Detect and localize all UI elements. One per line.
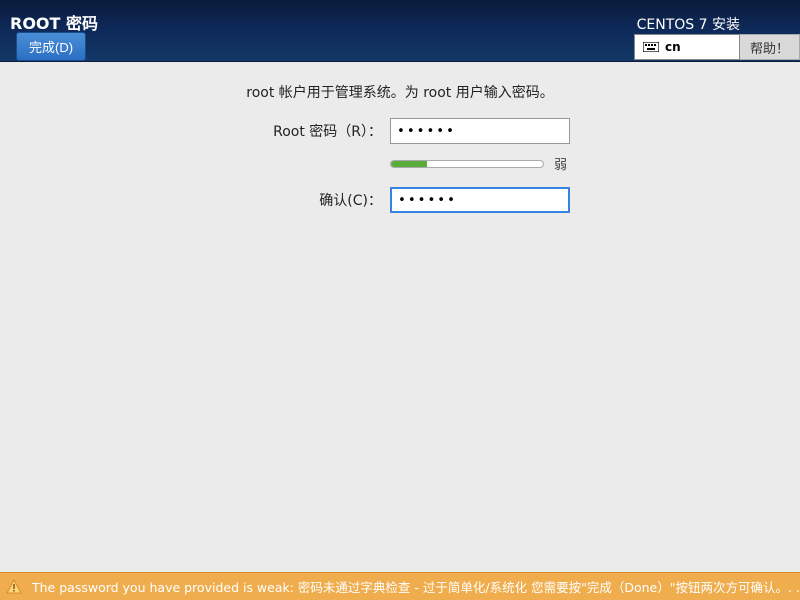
root-password-input[interactable]	[390, 118, 570, 144]
installer-title: CENTOS 7 安装	[637, 14, 740, 34]
password-strength-fill	[391, 161, 427, 167]
confirm-row: 确认(C)：	[0, 187, 800, 213]
warning-bar: The password you have provided is weak: …	[0, 572, 800, 600]
warning-text: The password you have provided is weak: …	[32, 577, 800, 596]
password-label: Root 密码（R）：	[230, 121, 390, 141]
done-button[interactable]: 完成(D)	[16, 32, 86, 61]
password-row: Root 密码（R）：	[0, 118, 800, 144]
confirm-label: 确认(C)：	[230, 190, 390, 210]
keyboard-icon	[643, 42, 659, 52]
password-strength-bar	[390, 160, 544, 168]
keyboard-layout-label: cn	[665, 40, 681, 54]
strength-row: 弱	[0, 154, 800, 173]
password-strength-label: 弱	[554, 154, 570, 173]
help-button[interactable]: 帮助！	[740, 34, 800, 60]
confirm-password-input[interactable]	[390, 187, 570, 213]
instruction-text: root 帐户用于管理系统。为 root 用户输入密码。	[0, 82, 800, 102]
keyboard-layout-button[interactable]: cn	[634, 34, 740, 60]
header-bar: ROOT 密码 完成(D) CENTOS 7 安装 cn 帮助！	[0, 0, 800, 62]
main-content: root 帐户用于管理系统。为 root 用户输入密码。 Root 密码（R）：…	[0, 62, 800, 213]
warning-icon	[6, 579, 22, 595]
page-title: ROOT 密码	[10, 10, 98, 34]
header-right-controls: cn 帮助！	[634, 34, 800, 60]
